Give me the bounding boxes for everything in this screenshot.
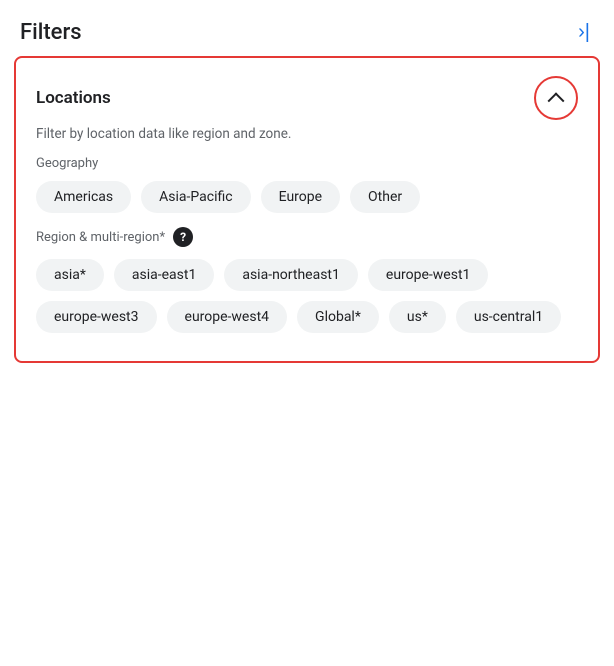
region-chips: asia* asia-east1 asia-northeast1 europe-…	[36, 259, 578, 333]
region-label-row: Region & multi-region* ?	[36, 227, 578, 247]
help-icon[interactable]: ?	[173, 227, 193, 247]
card-description: Filter by location data like region and …	[36, 126, 578, 142]
region-section: Region & multi-region* ? asia* asia-east…	[36, 227, 578, 333]
card-header: Locations	[36, 76, 578, 120]
chip-americas[interactable]: Americas	[36, 181, 131, 213]
geography-label: Geography	[36, 156, 578, 171]
page-title: Filters	[20, 20, 82, 45]
locations-filter-card: Locations Filter by location data like r…	[14, 56, 600, 363]
chevron-up-icon	[550, 92, 562, 104]
card-title: Locations	[36, 88, 111, 108]
chip-us-central1[interactable]: us-central1	[456, 301, 561, 333]
chip-asia-northeast1[interactable]: asia-northeast1	[224, 259, 358, 291]
geography-chips: Americas Asia-Pacific Europe Other	[36, 181, 578, 213]
collapse-panel-button[interactable]: ›|	[574, 18, 594, 46]
chip-other[interactable]: Other	[350, 181, 420, 213]
collapse-panel-icon: ›|	[578, 22, 590, 42]
chip-us-star[interactable]: us*	[389, 301, 446, 333]
chip-asia-star[interactable]: asia*	[36, 259, 104, 291]
page-container: Filters ›| Locations Filter by location …	[0, 0, 614, 363]
chip-europe[interactable]: Europe	[261, 181, 340, 213]
region-label: Region & multi-region*	[36, 230, 165, 245]
chip-europe-west1[interactable]: europe-west1	[368, 259, 489, 291]
chip-europe-west4[interactable]: europe-west4	[167, 301, 288, 333]
collapse-card-button[interactable]	[534, 76, 578, 120]
chip-europe-west3[interactable]: europe-west3	[36, 301, 157, 333]
page-header: Filters ›|	[0, 0, 614, 56]
chip-asia-east1[interactable]: asia-east1	[114, 259, 214, 291]
chip-asia-pacific[interactable]: Asia-Pacific	[141, 181, 250, 213]
chip-global-star[interactable]: Global*	[297, 301, 379, 333]
